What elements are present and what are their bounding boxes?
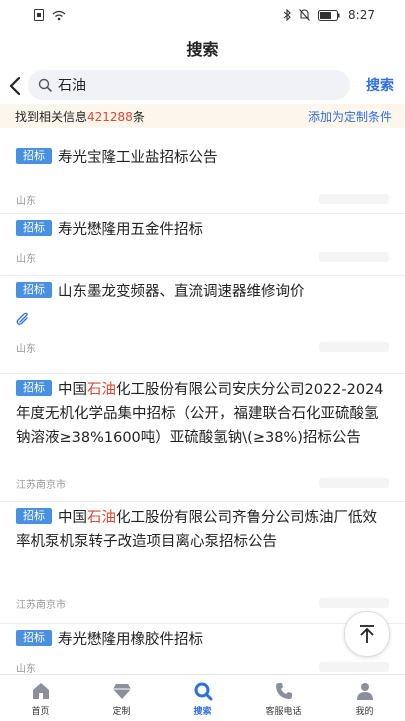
tender-badge: 招标 (16, 220, 52, 236)
title-text: 寿光宝隆工业盐招标公告 (58, 150, 218, 166)
result-item[interactable]: 招标 中国石油化工股份有限公司安庆分公司2022-2024年度无机化学品集中招标（… (0, 374, 405, 502)
result-count-text: 找到相关信息421288条 (15, 109, 145, 124)
result-date-placeholder (319, 342, 389, 352)
mute-icon (299, 9, 310, 21)
tender-badge: 招标 (16, 630, 52, 646)
title-text: 中国 (58, 510, 87, 526)
tab-label: 定制 (112, 706, 131, 717)
tab-label: 首页 (31, 706, 50, 717)
result-title: 招标 中国石油化工股份有限公司齐鲁分公司炼油厂低效率机泵机泵转子改造项目离心泵招标… (16, 502, 389, 554)
tab-phone[interactable]: 客服电话 (243, 675, 324, 721)
tender-badge: 招标 (16, 148, 52, 164)
status-time: 8:27 (348, 8, 375, 22)
title-text: 寿光懋隆用橡胶件招标 (58, 632, 203, 648)
back-to-top-button[interactable] (344, 611, 390, 657)
result-count: 421288 (87, 109, 133, 124)
arrow-up-icon (360, 625, 374, 643)
result-item[interactable]: 招标 寿光懋隆用五金件招标山东 (0, 214, 405, 276)
search-icon (38, 78, 52, 92)
tab-label: 客服电话 (265, 706, 302, 717)
page-title: 搜索 (186, 40, 219, 59)
result-item[interactable]: 招标 山东墨龙变频器、直流调速器维修询价山东 (0, 276, 405, 374)
keyword-highlight: 石油 (87, 510, 116, 526)
bluetooth-icon (283, 9, 291, 21)
result-title: 招标 寿光懋隆用橡胶件招标 (16, 624, 389, 652)
result-date-placeholder (319, 252, 389, 262)
result-region: 山东 (16, 664, 36, 675)
result-region: 山东 (16, 196, 36, 207)
tender-badge: 招标 (16, 380, 52, 396)
sim-card-icon (34, 9, 44, 21)
tab-user[interactable]: 我的 (324, 675, 405, 721)
add-custom-condition-link[interactable]: 添加为定制条件 (308, 108, 392, 125)
battery-icon (318, 9, 340, 21)
result-title: 招标 山东墨龙变频器、直流调速器维修询价 (16, 276, 389, 304)
search-row: 搜索 (0, 70, 405, 102)
tender-badge: 招标 (16, 508, 52, 524)
result-date-placeholder (319, 194, 389, 204)
result-region: 江苏南京市 (16, 480, 66, 491)
tab-search[interactable]: 搜索 (162, 675, 243, 721)
tab-diamond[interactable]: 定制 (81, 675, 162, 721)
result-date-placeholder (319, 478, 389, 488)
title-text: 中国 (58, 382, 87, 398)
result-title: 招标 寿光懋隆用五金件招标 (16, 214, 389, 242)
status-bar: 8:27 (0, 0, 405, 30)
home-icon (32, 682, 49, 699)
result-region: 山东 (16, 344, 36, 355)
result-item[interactable]: 招标 中国石油化工股份有限公司齐鲁分公司炼油厂低效率机泵机泵转子改造项目离心泵招标… (0, 502, 405, 624)
result-title: 招标 中国石油化工股份有限公司安庆分公司2022-2024年度无机化学品集中招标（… (16, 374, 389, 450)
result-info-bar: 找到相关信息421288条 添加为定制条件 (0, 104, 405, 128)
result-date-placeholder (319, 662, 389, 672)
result-region: 江苏南京市 (16, 600, 66, 611)
phone-icon (275, 682, 292, 699)
search-button[interactable]: 搜索 (366, 75, 394, 95)
title-text: 山东墨龙变频器、直流调速器维修询价 (58, 284, 305, 300)
keyword-highlight: 石油 (87, 382, 116, 398)
wifi-icon (52, 10, 66, 20)
attachment-icon (16, 312, 28, 325)
back-arrow-icon[interactable] (6, 72, 26, 100)
search-input[interactable] (58, 77, 318, 93)
title-text: 寿光懋隆用五金件招标 (58, 222, 203, 238)
search-icon (194, 682, 212, 700)
result-region: 山东 (16, 254, 36, 265)
tab-label: 搜索 (193, 706, 212, 717)
diamond-icon (112, 683, 131, 699)
tab-label: 我的 (355, 706, 374, 717)
result-date-placeholder (319, 598, 389, 608)
search-box[interactable] (28, 70, 350, 100)
result-item[interactable]: 招标 寿光宝隆工业盐招标公告山东 (0, 142, 405, 214)
tab-home[interactable]: 首页 (0, 675, 81, 721)
bottom-tab-bar: 首页 定制 搜索 客服电话 我的 (0, 674, 405, 721)
user-icon (356, 682, 373, 700)
result-title: 招标 寿光宝隆工业盐招标公告 (16, 142, 389, 170)
tender-badge: 招标 (16, 282, 52, 298)
